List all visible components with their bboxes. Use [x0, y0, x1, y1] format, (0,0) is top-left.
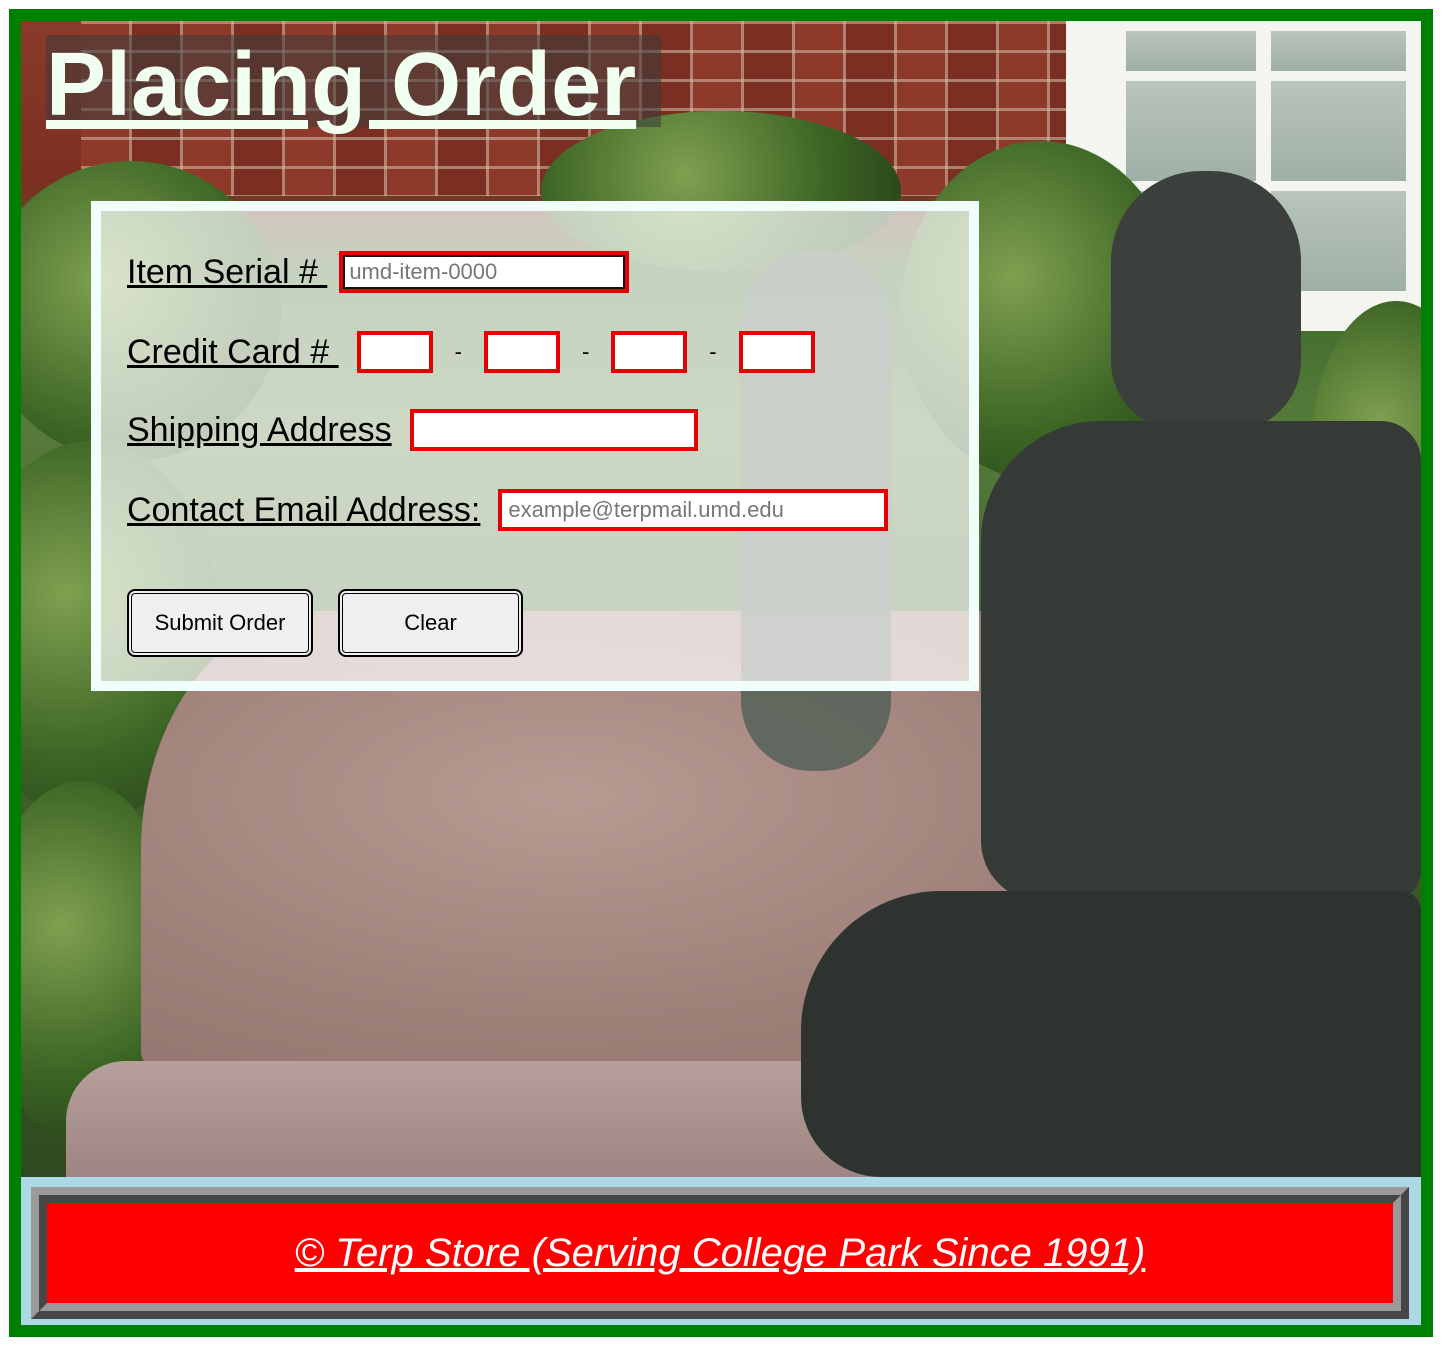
card-separator: - — [454, 339, 462, 364]
credit-card-row: Credit Card # - - - — [127, 331, 815, 373]
page-frame: Placing Order Item Serial # Credit Card … — [9, 9, 1433, 1337]
serial-label: Item Serial # — [127, 252, 328, 291]
serial-input[interactable] — [339, 251, 630, 293]
footer-banner: © Terp Store (Serving College Park Since… — [31, 1187, 1409, 1319]
button-row: Submit Order Clear — [127, 589, 523, 657]
card-separator: - — [581, 339, 590, 364]
shipping-address-input[interactable] — [409, 409, 698, 451]
shipping-row: Shipping Address — [127, 409, 698, 451]
credit-card-part-2[interactable] — [483, 331, 560, 373]
submit-order-button[interactable]: Submit Order — [127, 589, 313, 657]
card-separator: - — [709, 339, 717, 364]
credit-card-part-1[interactable] — [356, 331, 433, 373]
serial-row: Item Serial # — [127, 251, 630, 293]
footer: © Terp Store (Serving College Park Since… — [21, 1177, 1421, 1325]
footer-copyright: © Terp Store (Serving College Park Since… — [294, 1230, 1146, 1275]
clear-button[interactable]: Clear — [338, 589, 523, 657]
page-title: Placing Order — [46, 35, 637, 135]
credit-card-part-3[interactable] — [611, 331, 688, 373]
email-input[interactable] — [498, 489, 889, 531]
email-label: Contact Email Address: — [127, 490, 481, 529]
credit-card-label: Credit Card # — [127, 332, 339, 371]
credit-card-part-4[interactable] — [738, 331, 815, 373]
email-row: Contact Email Address: — [127, 489, 889, 531]
shipping-label: Shipping Address — [127, 410, 392, 449]
order-form: Item Serial # Credit Card # - - - Shippi… — [91, 201, 979, 691]
